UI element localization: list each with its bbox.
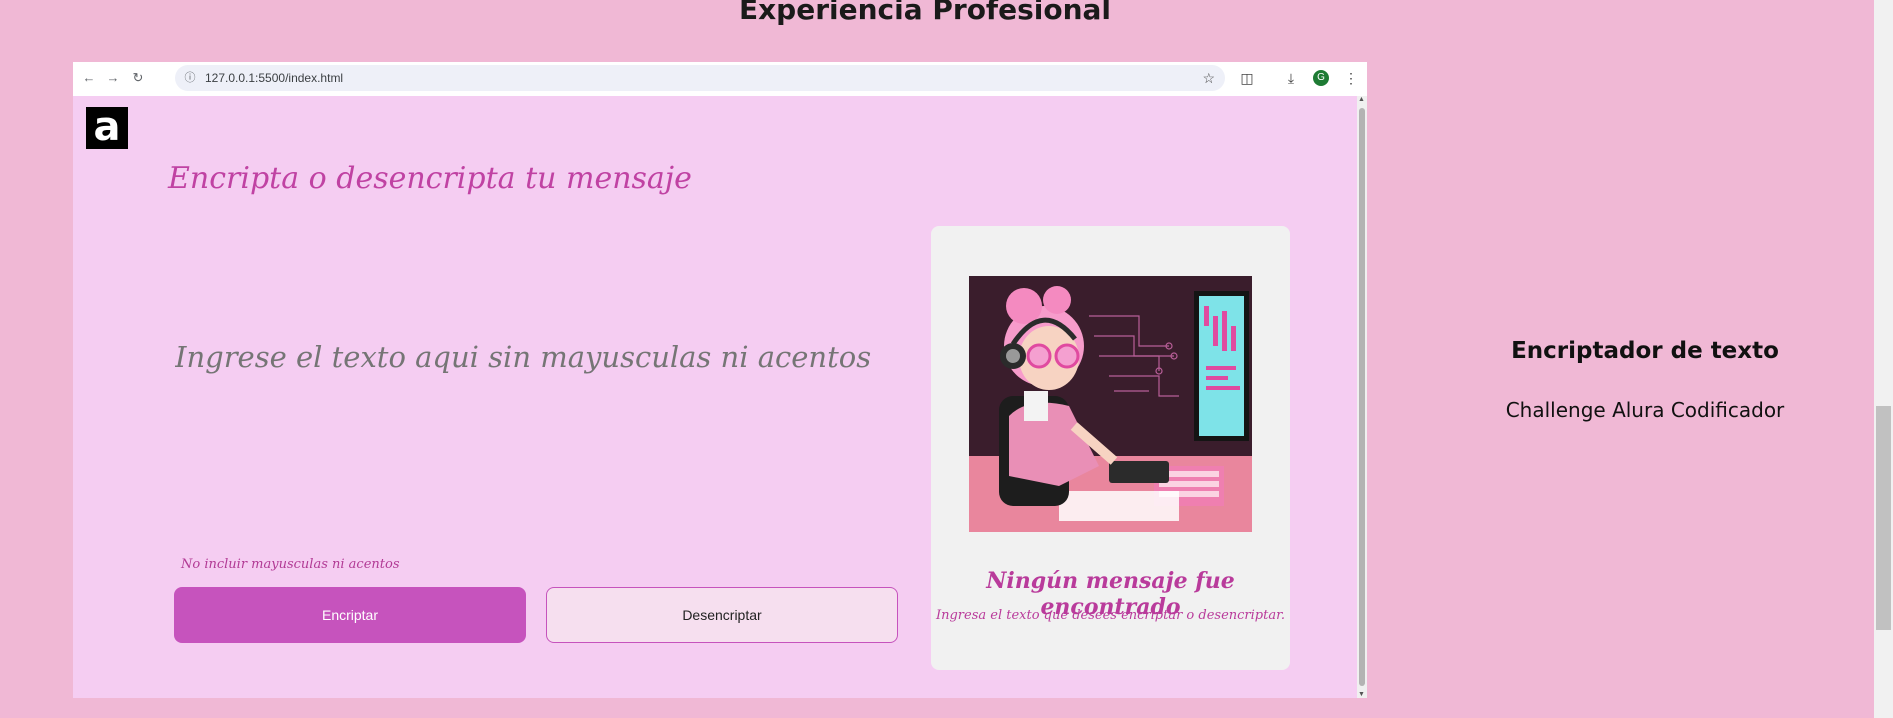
reload-icon[interactable]: ↻ xyxy=(128,68,148,88)
section-title: Experiencia Profesional xyxy=(738,0,1112,26)
scroll-up-arrow-icon[interactable]: ▲ xyxy=(1358,96,1365,103)
page-scroll-thumb[interactable] xyxy=(1876,406,1891,630)
address-bar[interactable]: ⓘ 127.0.0.1:5500/index.html ☆ xyxy=(175,65,1225,91)
browser-screenshot: ← → ↻ ⓘ 127.0.0.1:5500/index.html ☆ ◫ ⤓ … xyxy=(73,62,1367,698)
back-icon[interactable]: ← xyxy=(79,68,99,88)
output-card: Ningún mensaje fue encontrado Ingresa el… xyxy=(931,226,1290,670)
profile-avatar[interactable]: G xyxy=(1313,70,1329,86)
encrypt-button[interactable]: Encriptar xyxy=(174,587,526,643)
input-hint: No incluir mayusculas ni acentos xyxy=(181,557,400,572)
extensions-icon[interactable]: ◫ xyxy=(1237,68,1257,88)
download-icon[interactable]: ⤓ xyxy=(1281,68,1301,88)
inner-scroll-thumb[interactable] xyxy=(1359,108,1365,686)
page-scrollbar[interactable] xyxy=(1874,0,1893,718)
bookmark-star-icon[interactable]: ☆ xyxy=(1202,65,1215,91)
site-info-icon[interactable]: ⓘ xyxy=(181,65,199,91)
project-subtitle: Challenge Alura Codificador xyxy=(1505,398,1785,422)
empty-state-text: Ingresa el texto que desees encriptar o … xyxy=(935,608,1286,623)
address-url: 127.0.0.1:5500/index.html xyxy=(205,71,344,85)
project-title: Encriptador de texto xyxy=(1511,338,1779,364)
message-input[interactable] xyxy=(175,340,875,510)
page-viewport: a Encripta o desencripta tu mensaje No i… xyxy=(73,96,1357,698)
browser-toolbar: ← → ↻ ⓘ 127.0.0.1:5500/index.html ☆ ◫ ⤓ … xyxy=(73,62,1367,94)
menu-kebab-icon[interactable]: ⋮ xyxy=(1341,68,1361,88)
forward-icon[interactable]: → xyxy=(103,68,123,88)
inner-scrollbar[interactable]: ▲ ▼ xyxy=(1357,96,1367,698)
scroll-down-arrow-icon[interactable]: ▼ xyxy=(1358,691,1365,698)
girl-at-computer-illustration xyxy=(969,276,1252,532)
main-title: Encripta o desencripta tu mensaje xyxy=(168,161,692,196)
decrypt-button[interactable]: Desencriptar xyxy=(546,587,898,643)
alura-logo: a xyxy=(86,107,128,149)
